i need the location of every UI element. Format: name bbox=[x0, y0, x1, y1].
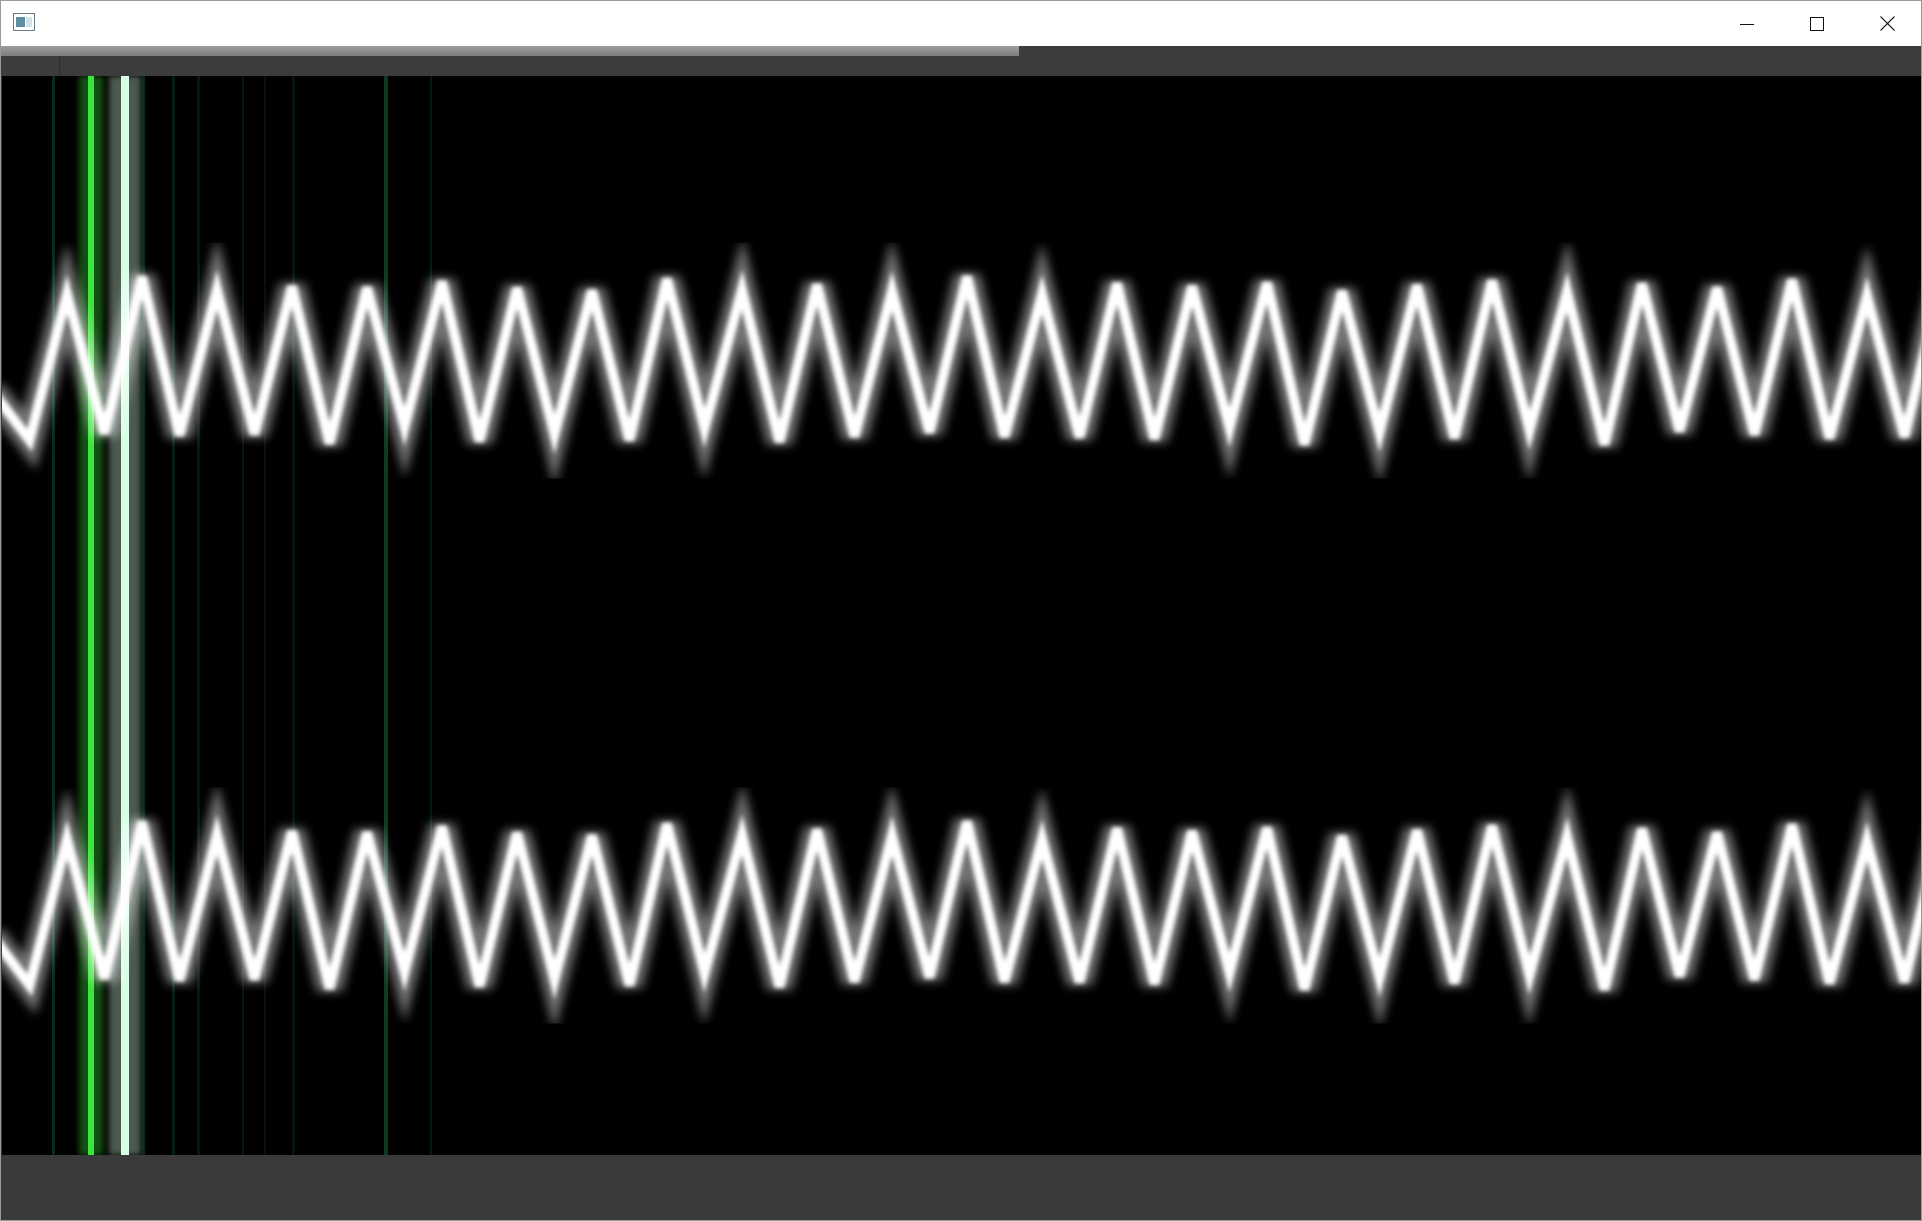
maximize-button[interactable] bbox=[1782, 1, 1852, 46]
beat-marker bbox=[384, 76, 388, 1155]
beat-marker bbox=[172, 76, 175, 1155]
beat-marker bbox=[430, 76, 432, 1155]
beat-marker bbox=[52, 76, 55, 1155]
beat-marker bbox=[264, 76, 266, 1155]
app-window bbox=[0, 0, 1922, 1221]
beat-marker bbox=[88, 76, 94, 1155]
audio-visualizer-canvas[interactable] bbox=[2, 76, 1921, 1155]
minimize-icon bbox=[1740, 23, 1754, 25]
waveform-channels bbox=[2, 237, 1921, 1032]
beat-marker bbox=[292, 76, 295, 1155]
status-bar bbox=[1, 1155, 1921, 1220]
title-bar[interactable] bbox=[1, 1, 1921, 46]
app-window-icon bbox=[13, 13, 35, 31]
beat-marker bbox=[121, 76, 129, 1155]
close-icon bbox=[1879, 16, 1895, 31]
playback-progress-strip[interactable] bbox=[1, 46, 1921, 76]
progress-divider bbox=[59, 56, 60, 76]
close-button[interactable] bbox=[1852, 1, 1921, 46]
beat-marker bbox=[197, 76, 200, 1155]
minimize-button[interactable] bbox=[1712, 1, 1782, 46]
beat-markers bbox=[52, 76, 432, 1155]
progress-track[interactable] bbox=[1, 46, 1921, 56]
maximize-icon bbox=[1810, 16, 1824, 31]
progress-fill bbox=[1, 46, 1019, 56]
waveform-display bbox=[2, 76, 1921, 1155]
beat-marker bbox=[242, 76, 244, 1155]
beat-marker bbox=[142, 76, 145, 1155]
